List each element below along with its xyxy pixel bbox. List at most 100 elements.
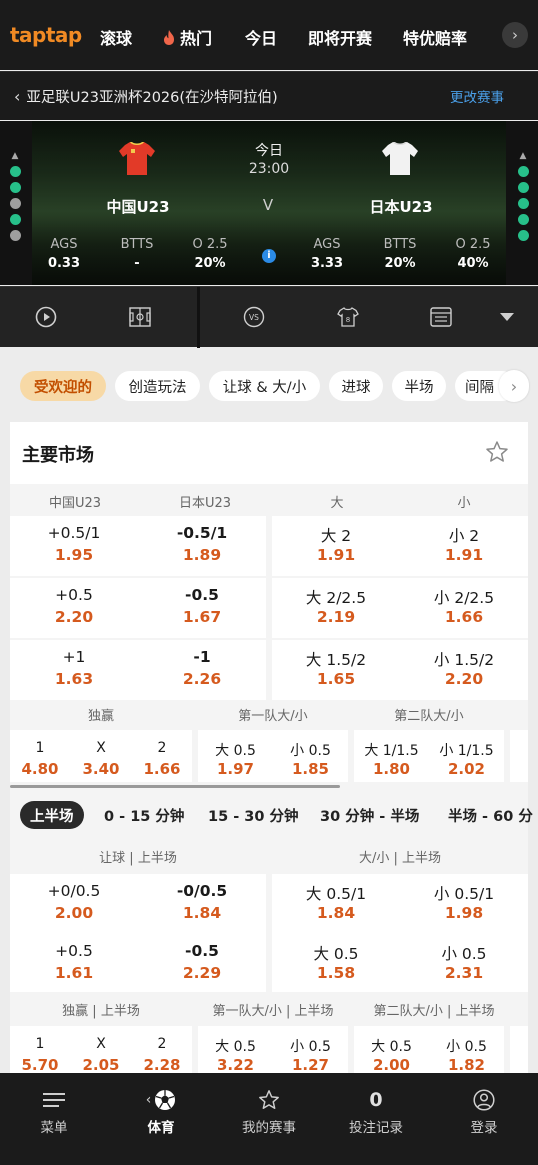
nav-item-hot[interactable]: 热门 xyxy=(162,25,212,49)
nav-item-today[interactable]: 今日 xyxy=(245,25,277,49)
favorite-star-icon[interactable] xyxy=(485,440,509,464)
taptap-logo[interactable]: taptap xyxy=(0,23,88,47)
nav-item-upcoming[interactable]: 即将开赛 xyxy=(308,25,372,49)
chip-half[interactable]: 半场 xyxy=(392,371,446,401)
odds-value[interactable]: 1.85 xyxy=(273,760,348,778)
tab-0-15[interactable]: 0 - 15 分钟 xyxy=(104,801,184,829)
odds-value[interactable]: 5.70 xyxy=(10,1056,70,1073)
chip-goals[interactable]: 进球 xyxy=(329,371,383,401)
odds-value[interactable]: 2.02 xyxy=(429,760,504,778)
away-form-indicator: ▲ xyxy=(508,151,538,241)
outcome-label[interactable]: 2 xyxy=(132,740,192,756)
column-header-over: 大 xyxy=(330,496,344,511)
odds-button[interactable]: 小 2 1.91 xyxy=(400,516,528,576)
odds-value[interactable]: 1.27 xyxy=(273,1056,348,1073)
jersey-icon[interactable]: 8 xyxy=(335,304,361,330)
change-match-link[interactable]: 更改赛事 xyxy=(450,86,504,106)
chevron-left-icon: ‹ xyxy=(145,1092,152,1108)
odds-button[interactable]: +0.5 2.20 xyxy=(10,578,138,638)
odds-button[interactable]: 大 2/2.5 2.19 xyxy=(272,578,400,638)
odds-button[interactable]: 小 0.5/1 1.98 xyxy=(400,874,528,934)
chevron-left-icon[interactable]: ‹ xyxy=(14,87,20,106)
outcome-label[interactable]: 2 xyxy=(132,1036,192,1052)
scoreboard-icon[interactable] xyxy=(428,304,454,330)
markets-content: 受欢迎的 创造玩法 让球 & 大/小 进球 半场 间隔 › 主要市场 中国U23… xyxy=(0,348,538,1073)
nav-item-boosted-odds[interactable]: 特优赔率 xyxy=(403,25,467,49)
odds-value[interactable]: 1.66 xyxy=(132,760,192,778)
outcome-label[interactable]: X xyxy=(71,1036,131,1052)
odds-button[interactable]: +0.5/1 1.95 xyxy=(10,516,138,576)
bottom-nav-bet-history[interactable]: 0 投注记录 xyxy=(322,1073,430,1165)
info-icon[interactable]: i xyxy=(262,249,276,263)
chip-bet-builder[interactable]: 创造玩法 xyxy=(115,371,200,401)
section-title: 主要市场 xyxy=(22,445,94,466)
odds-value[interactable]: 2.28 xyxy=(132,1056,192,1073)
chevron-right-icon[interactable]: › xyxy=(502,22,528,48)
versus-label: V xyxy=(262,196,274,214)
group-header-team2-total-1h: 第二队大/小 | 上半场 xyxy=(373,1004,495,1019)
odds-value[interactable]: 2.00 xyxy=(354,1056,429,1073)
outcome-label[interactable]: X xyxy=(71,740,131,756)
outcome-label[interactable]: 小 0.5 xyxy=(429,1036,504,1056)
odds-button[interactable]: -0.5 1.67 xyxy=(138,578,266,638)
form-dot xyxy=(517,214,529,225)
chip-handicap-ou[interactable]: 让球 & 大/小 xyxy=(209,371,320,401)
odds-value[interactable]: 2.05 xyxy=(71,1056,131,1073)
odds-button[interactable]: 大 0.5/1 1.84 xyxy=(272,874,400,934)
tab-first-half[interactable]: 上半场 xyxy=(20,801,84,829)
chevron-right-icon[interactable]: › xyxy=(499,370,529,402)
odds-button[interactable]: -0/0.5 1.84 xyxy=(138,874,266,934)
bottom-nav-label: 体育 xyxy=(147,1120,175,1136)
bottom-nav-label: 菜单 xyxy=(40,1120,68,1136)
odds-value[interactable]: 1.82 xyxy=(429,1056,504,1073)
odds-value[interactable]: 1.80 xyxy=(354,760,429,778)
vs-icon[interactable]: VS xyxy=(241,304,267,330)
dropdown-triangle-icon[interactable] xyxy=(494,304,520,330)
odds-value: 2.20 xyxy=(444,670,484,688)
chevron-up-icon[interactable]: ▲ xyxy=(12,151,19,161)
column-header-home: 中国U23 xyxy=(48,496,102,511)
outcome-label[interactable]: 大 1/1.5 xyxy=(354,740,429,760)
tab-30-half[interactable]: 30 分钟 - 半场 xyxy=(320,801,419,829)
group-header-team1-total-1h: 第一队大/小 | 上半场 xyxy=(212,1004,334,1019)
odds-button[interactable]: 大 0.5 1.58 xyxy=(272,934,400,992)
bottom-nav-my-events[interactable]: 我的赛事 xyxy=(215,1073,323,1165)
outcome-label[interactable]: 小 0.5 xyxy=(273,740,348,760)
outcome-label[interactable]: 小 0.5 xyxy=(273,1036,348,1056)
odds-button[interactable]: -1 2.26 xyxy=(138,640,266,700)
handicap-row: +0/0.5 2.00 -0/0.5 1.84 xyxy=(10,874,266,934)
odds-button[interactable]: +0/0.5 2.00 xyxy=(10,874,138,934)
outcome-label[interactable]: 1 xyxy=(10,740,70,756)
horizontal-scrollbar[interactable] xyxy=(10,785,340,788)
odds-button[interactable]: +1 1.63 xyxy=(10,640,138,700)
odds-button[interactable]: 小 1.5/2 2.20 xyxy=(400,640,528,700)
chevron-up-icon[interactable]: ▲ xyxy=(520,151,527,161)
nav-item-live[interactable]: 滚球 xyxy=(100,25,132,49)
odds-button[interactable]: 大 1.5/2 1.65 xyxy=(272,640,400,700)
outcome-label[interactable]: 1 xyxy=(10,1036,70,1052)
odds-button[interactable]: 小 2/2.5 1.66 xyxy=(400,578,528,638)
chip-popular[interactable]: 受欢迎的 xyxy=(20,371,106,401)
odds-button[interactable]: -0.5/1 1.89 xyxy=(138,516,266,576)
outcome-label[interactable]: 大 0.5 xyxy=(198,740,273,760)
odds-button[interactable]: +0.5 1.61 xyxy=(10,934,138,992)
tab-half-60[interactable]: 半场 - 60 分 xyxy=(448,801,533,829)
outcome-label[interactable]: 大 0.5 xyxy=(354,1036,429,1056)
odds-value: 1.84 xyxy=(182,904,222,922)
odds-value[interactable]: 4.80 xyxy=(10,760,70,778)
bottom-nav-menu[interactable]: 菜单 xyxy=(0,1073,108,1165)
odds-button[interactable]: -0.5 2.29 xyxy=(138,934,266,992)
odds-value[interactable]: 3.40 xyxy=(71,760,131,778)
odds-button[interactable]: 大 2 1.91 xyxy=(272,516,400,576)
outcome-label[interactable]: 大 0.5 xyxy=(198,1036,273,1056)
odds-value[interactable]: 1.97 xyxy=(198,760,273,778)
odds-value[interactable]: 3.22 xyxy=(198,1056,273,1073)
odds-button[interactable]: 小 0.5 2.31 xyxy=(400,934,528,992)
bottom-nav-login[interactable]: 登录 xyxy=(430,1073,538,1165)
pitch-icon[interactable] xyxy=(127,304,153,330)
outcome-label[interactable]: 小 1/1.5 xyxy=(429,740,504,760)
play-icon[interactable] xyxy=(33,304,59,330)
tab-15-30[interactable]: 15 - 30 分钟 xyxy=(208,801,299,829)
bottom-nav-sports[interactable]: ‹ 体育 xyxy=(107,1073,215,1165)
user-icon xyxy=(430,1088,538,1112)
